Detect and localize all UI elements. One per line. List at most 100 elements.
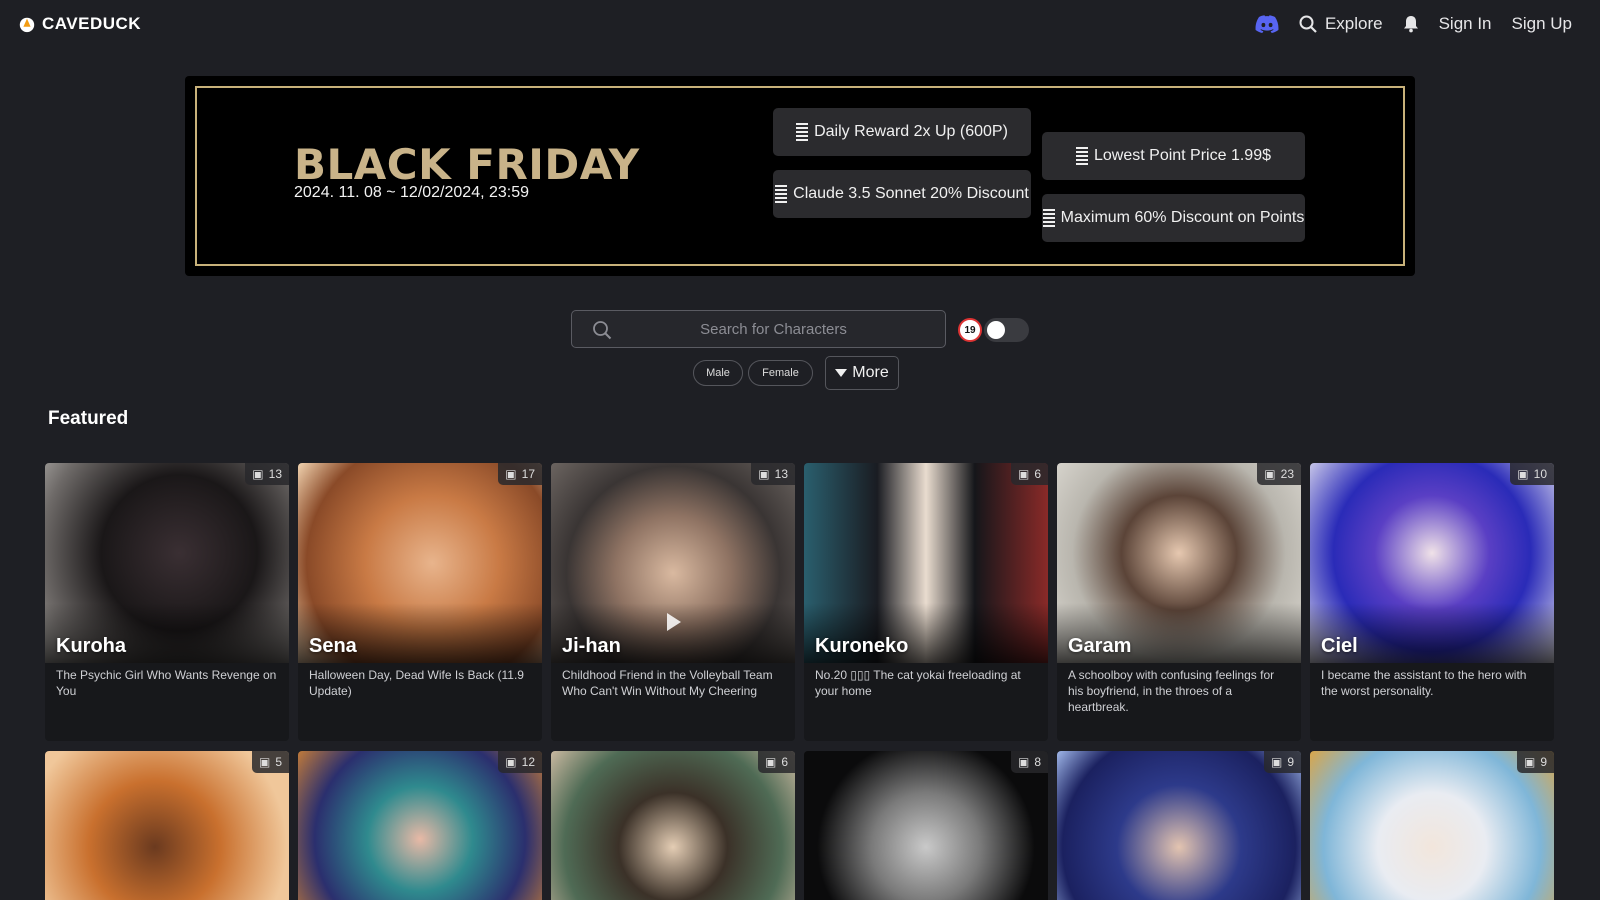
- character-portrait: [298, 463, 542, 663]
- discord-icon[interactable]: [1255, 15, 1279, 33]
- image-count-badge: ▣ 13: [245, 463, 289, 485]
- image-count: 17: [521, 467, 535, 481]
- image-count: 13: [774, 467, 788, 481]
- character-name: Kuroha: [56, 635, 126, 657]
- character-card-ciel[interactable]: ▣ 10 Ciel I became the assistant to the h…: [1310, 463, 1554, 741]
- list-glyph-icon: [796, 123, 809, 141]
- character-portrait: [45, 463, 289, 663]
- image-count: 8: [1034, 755, 1041, 769]
- search-icon: [1299, 15, 1317, 33]
- character-name: Ciel: [1321, 635, 1358, 657]
- image-count: 12: [521, 755, 535, 769]
- image-count-badge: ▣ 5: [251, 751, 289, 773]
- character-description: No.20 ▯▯▯ The cat yokai freeloading at y…: [815, 668, 1021, 698]
- promo-claude-discount: Claude 3.5 Sonnet 20% Discount: [773, 170, 1031, 218]
- image-count: 10: [1533, 467, 1547, 481]
- more-label: More: [852, 364, 889, 381]
- character-search: [571, 310, 946, 348]
- character-card[interactable]: ▣ 5: [45, 751, 289, 900]
- sign-in-link[interactable]: Sign In: [1439, 14, 1492, 34]
- character-portrait: [804, 751, 1048, 900]
- explore-link[interactable]: Explore: [1299, 14, 1383, 34]
- sign-up-link[interactable]: Sign Up: [1512, 14, 1572, 34]
- list-glyph-icon: [775, 185, 788, 203]
- list-glyph-icon: [1076, 147, 1088, 165]
- promo-lowest-price: Lowest Point Price 1.99$: [1042, 132, 1305, 180]
- gallery-icon: ▣: [1017, 755, 1030, 769]
- character-portrait: [298, 751, 542, 900]
- character-name: Sena: [309, 635, 357, 657]
- banner-title: BLACK FRIDAY: [294, 140, 640, 189]
- image-count-badge: ▣ 17: [498, 463, 542, 485]
- gallery-icon: ▣: [258, 755, 271, 769]
- gallery-icon: ▣: [505, 467, 517, 481]
- bell-icon[interactable]: [1403, 15, 1419, 33]
- female-label: Female: [762, 367, 799, 379]
- character-portrait: [1057, 463, 1301, 663]
- character-card[interactable]: ▣ 6: [551, 751, 795, 900]
- character-card-kuroha[interactable]: ▣ 13 Kuroha The Psychic Girl Who Wants Re…: [45, 463, 289, 741]
- image-count: 6: [1034, 467, 1041, 481]
- top-header: CAVEDUCK Explore Sign In Sign Up: [0, 0, 1600, 48]
- gallery-icon: ▣: [1517, 467, 1529, 481]
- character-portrait: [1310, 751, 1554, 900]
- gallery-icon: ▣: [252, 467, 264, 481]
- character-description: The Psychic Girl Who Wants Revenge on Yo…: [56, 668, 277, 698]
- character-card-sena[interactable]: ▣ 17 Sena Halloween Day, Dead Wife Is Bac…: [298, 463, 542, 741]
- character-portrait: [1057, 751, 1301, 900]
- image-count: 23: [1280, 467, 1294, 481]
- character-description: Halloween Day, Dead Wife Is Back (11.9 U…: [309, 668, 524, 698]
- search-input[interactable]: [572, 311, 945, 347]
- filter-female-chip[interactable]: Female: [748, 360, 813, 386]
- gallery-icon: ▣: [758, 467, 770, 481]
- top-nav: Explore Sign In Sign Up: [1255, 14, 1572, 34]
- character-name: Kuroneko: [815, 635, 909, 657]
- image-count-badge: ▣ 23: [1257, 463, 1301, 485]
- play-icon: [667, 613, 681, 631]
- character-card[interactable]: ▣ 9: [1057, 751, 1301, 900]
- list-glyph-icon: [1042, 209, 1055, 227]
- male-label: Male: [706, 367, 730, 379]
- character-card[interactable]: ▣ 12: [298, 751, 542, 900]
- character-description: A schoolboy with confusing feelings for …: [1068, 668, 1275, 714]
- search-icon: [593, 321, 612, 340]
- character-description: I became the assistant to the hero with …: [1321, 668, 1527, 698]
- explore-label: Explore: [1324, 14, 1383, 33]
- gallery-icon: ▣: [1264, 467, 1276, 481]
- adult-content-badge: 19: [958, 318, 982, 342]
- gallery-icon: ▣: [1270, 755, 1283, 769]
- banner-dates: 2024. 11. 08 ~ 12/02/2024, 23:59: [294, 184, 530, 201]
- gallery-icon: ▣: [764, 755, 777, 769]
- character-portrait: [804, 463, 1048, 663]
- image-count: 13: [268, 467, 282, 481]
- image-count-badge: ▣ 10: [1510, 463, 1554, 485]
- promo-text: Daily Reward 2x Up (600P): [814, 123, 1008, 140]
- character-card[interactable]: ▣ 8: [804, 751, 1048, 900]
- character-card-garam[interactable]: ▣ 23 Garam A schoolboy with confusing fee…: [1057, 463, 1301, 741]
- filter-male-chip[interactable]: Male: [693, 360, 743, 386]
- character-portrait: [1310, 463, 1554, 663]
- character-card[interactable]: ▣ 9: [1310, 751, 1554, 900]
- image-count-badge: ▣ 12: [498, 751, 542, 773]
- image-count-badge: ▣ 6: [1010, 463, 1048, 485]
- more-filters-button[interactable]: More: [825, 356, 899, 390]
- character-card-ji-han[interactable]: ▣ 13 Ji-han Childhood Friend in the Volle…: [551, 463, 795, 741]
- black-friday-banner[interactable]: BLACK FRIDAY 2024. 11. 08 ~ 12/02/2024, …: [185, 76, 1415, 276]
- image-count-badge: ▣ 13: [751, 463, 795, 485]
- featured-heading: Featured: [48, 408, 129, 429]
- character-name: Ji-han: [562, 635, 621, 657]
- promo-max-discount: Maximum 60% Discount on Points: [1042, 194, 1305, 242]
- image-count-badge: ▣ 9: [1263, 751, 1301, 773]
- brand-logo[interactable]: CAVEDUCK: [18, 14, 141, 34]
- character-card-kuroneko[interactable]: ▣ 6 Kuroneko No.20 ▯▯▯ The cat yokai free…: [804, 463, 1048, 741]
- gallery-icon: ▣: [505, 755, 517, 769]
- character-portrait: [551, 751, 795, 900]
- brand-name: CAVEDUCK: [42, 14, 142, 33]
- image-count-badge: ▣ 8: [1010, 751, 1048, 773]
- promo-text: Claude 3.5 Sonnet 20% Discount: [793, 185, 1029, 202]
- promo-text: Maximum 60% Discount on Points: [1060, 209, 1305, 226]
- adult-content-toggle[interactable]: [984, 318, 1029, 342]
- toggle-knob: [987, 321, 1005, 339]
- character-portrait: [45, 751, 289, 900]
- character-description: Childhood Friend in the Volleyball Team …: [562, 668, 773, 698]
